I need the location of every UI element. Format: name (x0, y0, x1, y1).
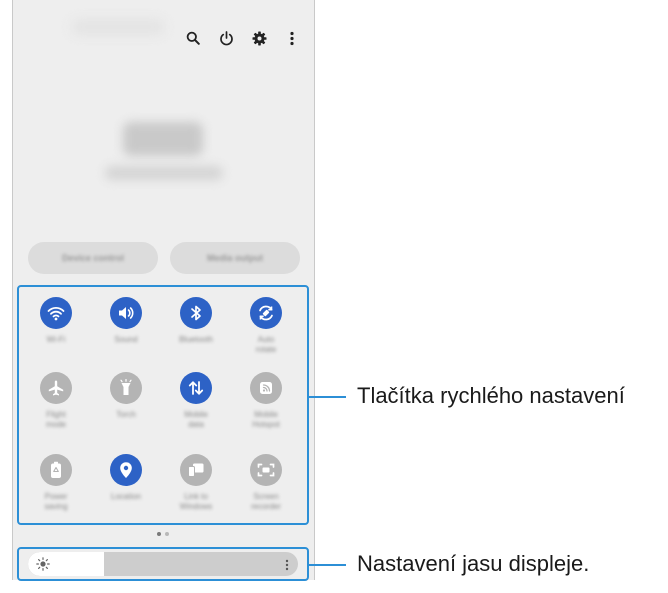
callout-line-quick-settings (309, 396, 346, 398)
callout-line-brightness (309, 564, 346, 566)
more-vertical-icon[interactable] (284, 30, 300, 46)
quick-setting-tile[interactable]: Flight mode (26, 372, 86, 446)
tile-label: Location (110, 492, 142, 501)
quick-setting-tile[interactable]: Mobile Hotspot (236, 372, 296, 446)
battery-saver-icon[interactable] (40, 454, 72, 486)
search-icon[interactable] (185, 30, 201, 46)
quick-setting-tile[interactable]: Torch (96, 372, 156, 446)
sun-icon (36, 557, 50, 576)
brightness-slider[interactable] (28, 552, 298, 576)
quick-setting-tile[interactable]: Wi-Fi (26, 297, 86, 371)
quick-setting-tile[interactable]: Auto rotate (236, 297, 296, 371)
tile-label: Auto rotate (255, 335, 277, 354)
brightness-more-icon[interactable] (285, 558, 289, 576)
callout-brightness: Nastavení jasu displeje. (357, 551, 590, 576)
flashlight-icon[interactable] (110, 372, 142, 404)
screen-recorder-icon[interactable] (250, 454, 282, 486)
tile-label: Flight mode (45, 410, 66, 429)
mobile-data-icon[interactable] (180, 372, 212, 404)
quick-setting-tile[interactable]: Location (96, 454, 156, 528)
hotspot-icon[interactable] (250, 372, 282, 404)
quick-setting-tile[interactable]: Power saving (26, 454, 86, 528)
tile-label: Mobile Hotspot (252, 410, 280, 429)
airplane-icon[interactable] (40, 372, 72, 404)
quick-setting-tile[interactable]: Mobile data (166, 372, 226, 446)
device-control-button[interactable]: Device control (28, 242, 158, 274)
page-dot-active[interactable] (157, 532, 161, 536)
tile-label: Wi-Fi (46, 335, 66, 344)
rotate-icon[interactable] (250, 297, 282, 329)
tile-label: Link to Windows (179, 492, 213, 511)
quick-panel-header (185, 30, 300, 46)
quick-setting-tile[interactable]: Bluetooth (166, 297, 226, 371)
blurred-clock (123, 122, 203, 156)
media-output-button[interactable]: Media output (170, 242, 300, 274)
tile-label: Bluetooth (179, 335, 213, 344)
location-icon[interactable] (110, 454, 142, 486)
quick-setting-tile[interactable]: Screen recorder (236, 454, 296, 528)
gear-icon[interactable] (251, 30, 267, 46)
tile-label: Torch (116, 410, 136, 419)
tile-label: Power saving (44, 492, 68, 511)
blurred-date (105, 166, 223, 180)
callout-quick-settings: Tlačítka rychlého nastavení (357, 383, 625, 408)
bluetooth-icon[interactable] (180, 297, 212, 329)
quick-setting-tile[interactable]: Link to Windows (166, 454, 226, 528)
power-icon[interactable] (218, 30, 234, 46)
blurred-status (73, 20, 163, 34)
page-indicator (157, 532, 169, 536)
tile-label: Screen recorder (251, 492, 281, 511)
quick-setting-tile[interactable]: Sound (96, 297, 156, 371)
tile-label: Mobile data (184, 410, 208, 429)
sound-icon[interactable] (110, 297, 142, 329)
wifi-icon[interactable] (40, 297, 72, 329)
page-dot[interactable] (165, 532, 169, 536)
tile-label: Sound (114, 335, 138, 344)
link-windows-icon[interactable] (180, 454, 212, 486)
